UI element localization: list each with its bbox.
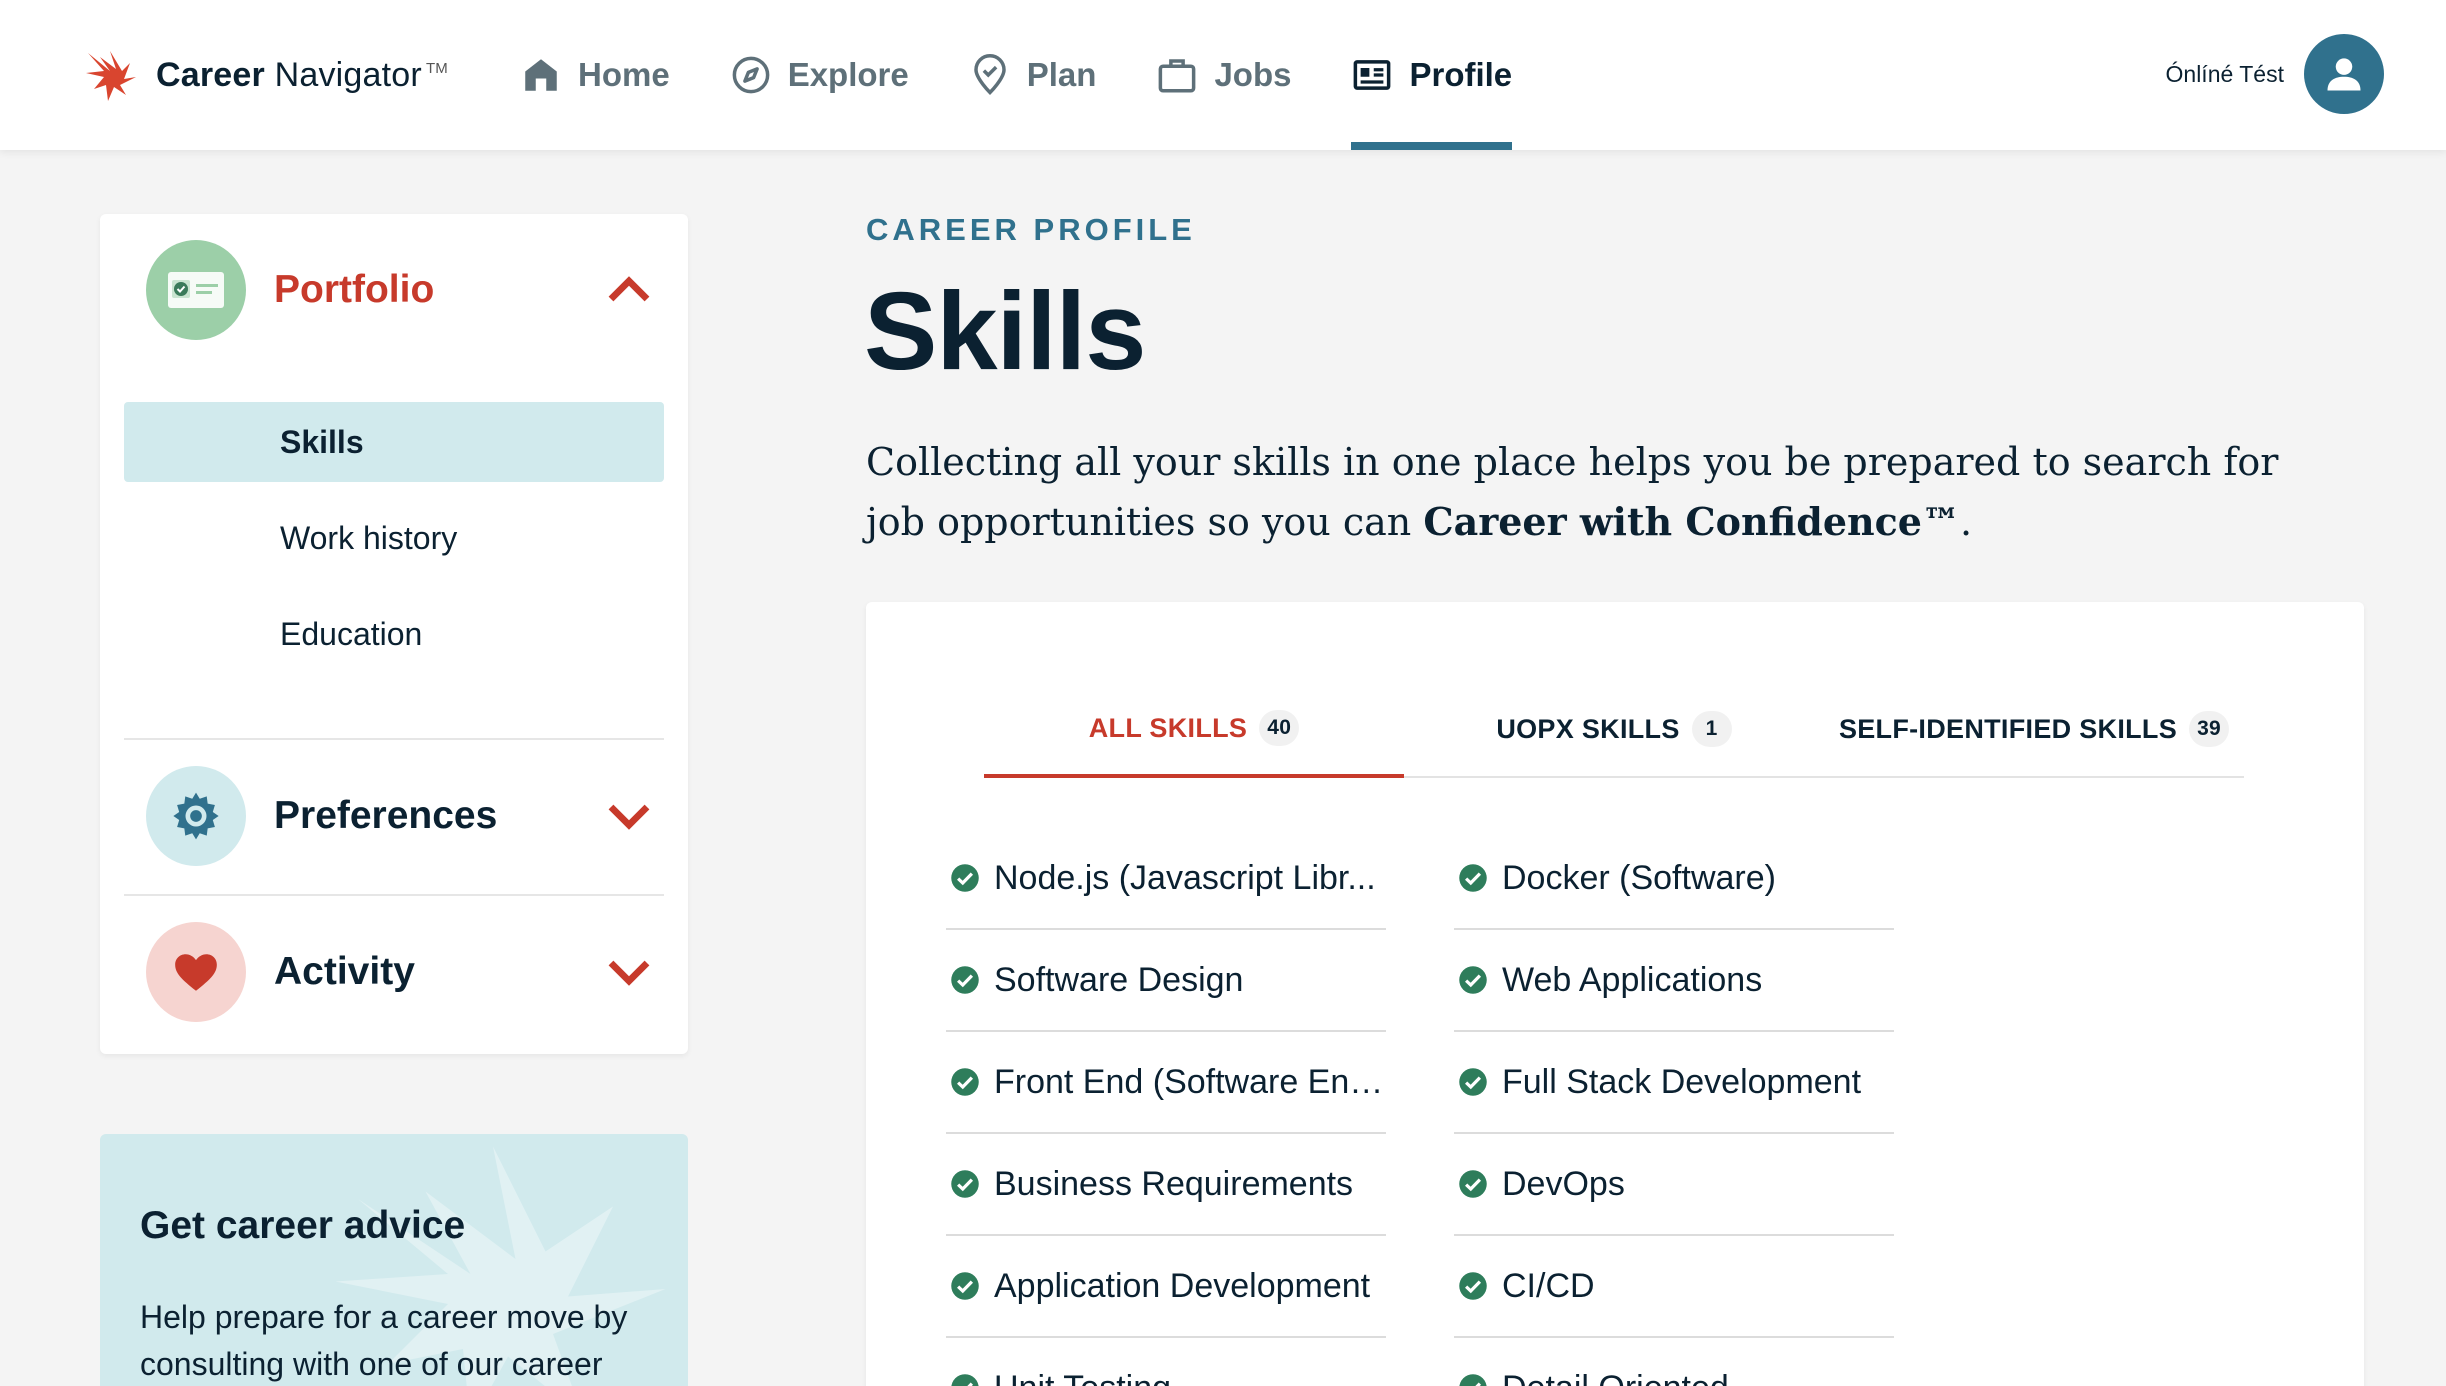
career-advice-card: Get career advice Help prepare for a car… xyxy=(100,1134,688,1386)
skills-card: ALL SKILLS 40 UOPX SKILLS 1 SELF-IDENTIF… xyxy=(866,602,2364,1386)
skill-item[interactable]: Software Design xyxy=(946,930,1386,1032)
skill-label: Business Requirements xyxy=(994,1164,1354,1203)
portfolio-title: Portfolio xyxy=(274,268,435,311)
skill-item[interactable]: Application Development xyxy=(946,1236,1386,1338)
portfolio-section-header[interactable]: Portfolio xyxy=(146,238,656,342)
skill-label: CI/CD xyxy=(1502,1266,1595,1305)
skill-item[interactable]: Front End (Software Eng... xyxy=(946,1032,1386,1134)
portfolio-icon xyxy=(146,240,246,340)
brand-name-bold: Career xyxy=(156,55,265,94)
nav-profile[interactable]: Profile xyxy=(1351,0,1512,150)
count-badge: 1 xyxy=(1691,711,1732,747)
sidebar-item-work-history[interactable]: Work history xyxy=(124,498,664,578)
skill-label: Detail Oriented xyxy=(1502,1369,1729,1386)
activity-icon xyxy=(146,922,246,1022)
check-circle-icon xyxy=(1459,1272,1487,1300)
divider xyxy=(124,894,664,896)
phoenix-logo-icon xyxy=(86,51,136,101)
nav-plan[interactable]: Plan xyxy=(969,0,1096,150)
skill-label: Web Applications xyxy=(1502,960,1763,999)
id-card-icon xyxy=(1354,60,1391,90)
check-circle-icon xyxy=(1459,864,1487,892)
check-circle-icon xyxy=(951,966,979,994)
advice-title: Get career advice xyxy=(140,1204,466,1247)
compass-icon xyxy=(732,56,770,94)
skill-label: Front End (Software Eng... xyxy=(994,1062,1386,1101)
skill-label: Unit Testing xyxy=(994,1369,1171,1386)
skill-item[interactable]: Web Applications xyxy=(1454,930,1894,1032)
page-eyebrow: CAREER PROFILE xyxy=(866,212,1196,247)
skills-tabs: ALL SKILLS 40 UOPX SKILLS 1 SELF-IDENTIF… xyxy=(984,682,2244,778)
nav-jobs[interactable]: Jobs xyxy=(1156,0,1291,150)
nav-explore[interactable]: Explore xyxy=(730,0,909,150)
skill-label: DevOps xyxy=(1502,1164,1625,1203)
chevron-down-icon[interactable] xyxy=(602,789,656,843)
brand-name: Navigator xyxy=(274,55,422,94)
top-header: Career Navigator TM Home Explore Plan Job… xyxy=(0,0,2446,150)
skill-item[interactable]: Node.js (Javascript Libr... xyxy=(946,828,1386,930)
user-menu[interactable]: Ónlíné Tést xyxy=(2166,34,2384,114)
briefcase-icon xyxy=(1159,59,1196,93)
page-title: Skills xyxy=(864,270,1146,393)
count-badge: 39 xyxy=(2189,711,2230,747)
skill-item[interactable]: CI/CD xyxy=(1454,1236,1894,1338)
brand-link[interactable]: Career Navigator TM xyxy=(80,40,448,110)
skill-label: Software Design xyxy=(994,960,1244,999)
main-nav: Home Explore Plan Jobs Profile xyxy=(520,0,1572,150)
home-icon xyxy=(525,59,557,91)
check-circle-icon xyxy=(951,1068,979,1096)
check-circle-icon xyxy=(951,1272,979,1300)
skill-item[interactable]: Unit Testing xyxy=(946,1338,1386,1386)
trademark: TM xyxy=(425,60,448,78)
page-intro: Collecting all your skills in one place … xyxy=(866,440,2279,544)
skill-label: Full Stack Development xyxy=(1502,1062,1862,1101)
tab-self-identified-skills[interactable]: SELF-IDENTIFIED SKILLS 39 xyxy=(1824,682,2244,778)
check-circle-icon xyxy=(1459,1374,1487,1386)
tab-all-skills[interactable]: ALL SKILLS 40 xyxy=(984,682,1404,778)
skill-item[interactable]: Full Stack Development xyxy=(1454,1032,1894,1134)
user-name: Ónlíné Tést xyxy=(2165,60,2284,87)
divider xyxy=(124,738,664,740)
sidebar-item-skills[interactable]: Skills xyxy=(124,402,664,482)
tab-uopx-skills[interactable]: UOPX SKILLS 1 xyxy=(1404,682,1824,778)
skill-label: Application Development xyxy=(994,1266,1371,1305)
check-circle-icon xyxy=(1459,1068,1487,1096)
skill-item[interactable]: Business Requirements xyxy=(946,1134,1386,1236)
activity-section-header[interactable]: Activity xyxy=(146,920,656,1024)
map-pin-check-icon xyxy=(973,54,1006,95)
skill-label: Docker (Software) xyxy=(1502,858,1776,897)
gear-icon xyxy=(173,792,219,840)
check-circle-icon xyxy=(951,1374,979,1386)
nav-home[interactable]: Home xyxy=(520,0,670,150)
portfolio-sidebar: Portfolio Skills Work history Education … xyxy=(100,214,688,1054)
check-circle-icon xyxy=(951,864,979,892)
activity-title: Activity xyxy=(274,950,415,993)
preferences-title: Preferences xyxy=(274,794,498,837)
sidebar-item-education[interactable]: Education xyxy=(124,594,664,674)
chevron-down-icon[interactable] xyxy=(602,945,656,999)
skill-item[interactable]: Docker (Software) xyxy=(1454,828,1894,930)
heart-icon xyxy=(175,954,217,991)
preferences-icon xyxy=(146,766,246,866)
check-circle-icon xyxy=(1459,1170,1487,1198)
check-circle-icon xyxy=(1459,966,1487,994)
skill-item[interactable]: DevOps xyxy=(1454,1134,1894,1236)
user-icon xyxy=(2327,58,2361,91)
advice-text: Help prepare for a career move by consul… xyxy=(140,1299,628,1382)
skill-item[interactable]: Detail Oriented xyxy=(1454,1338,1894,1386)
chevron-up-icon[interactable] xyxy=(602,263,656,317)
avatar[interactable] xyxy=(2304,34,2384,114)
preferences-section-header[interactable]: Preferences xyxy=(146,764,656,868)
skill-label: Node.js (Javascript Libr... xyxy=(994,858,1376,897)
check-circle-icon xyxy=(951,1170,979,1198)
count-badge: 40 xyxy=(1259,710,1300,746)
